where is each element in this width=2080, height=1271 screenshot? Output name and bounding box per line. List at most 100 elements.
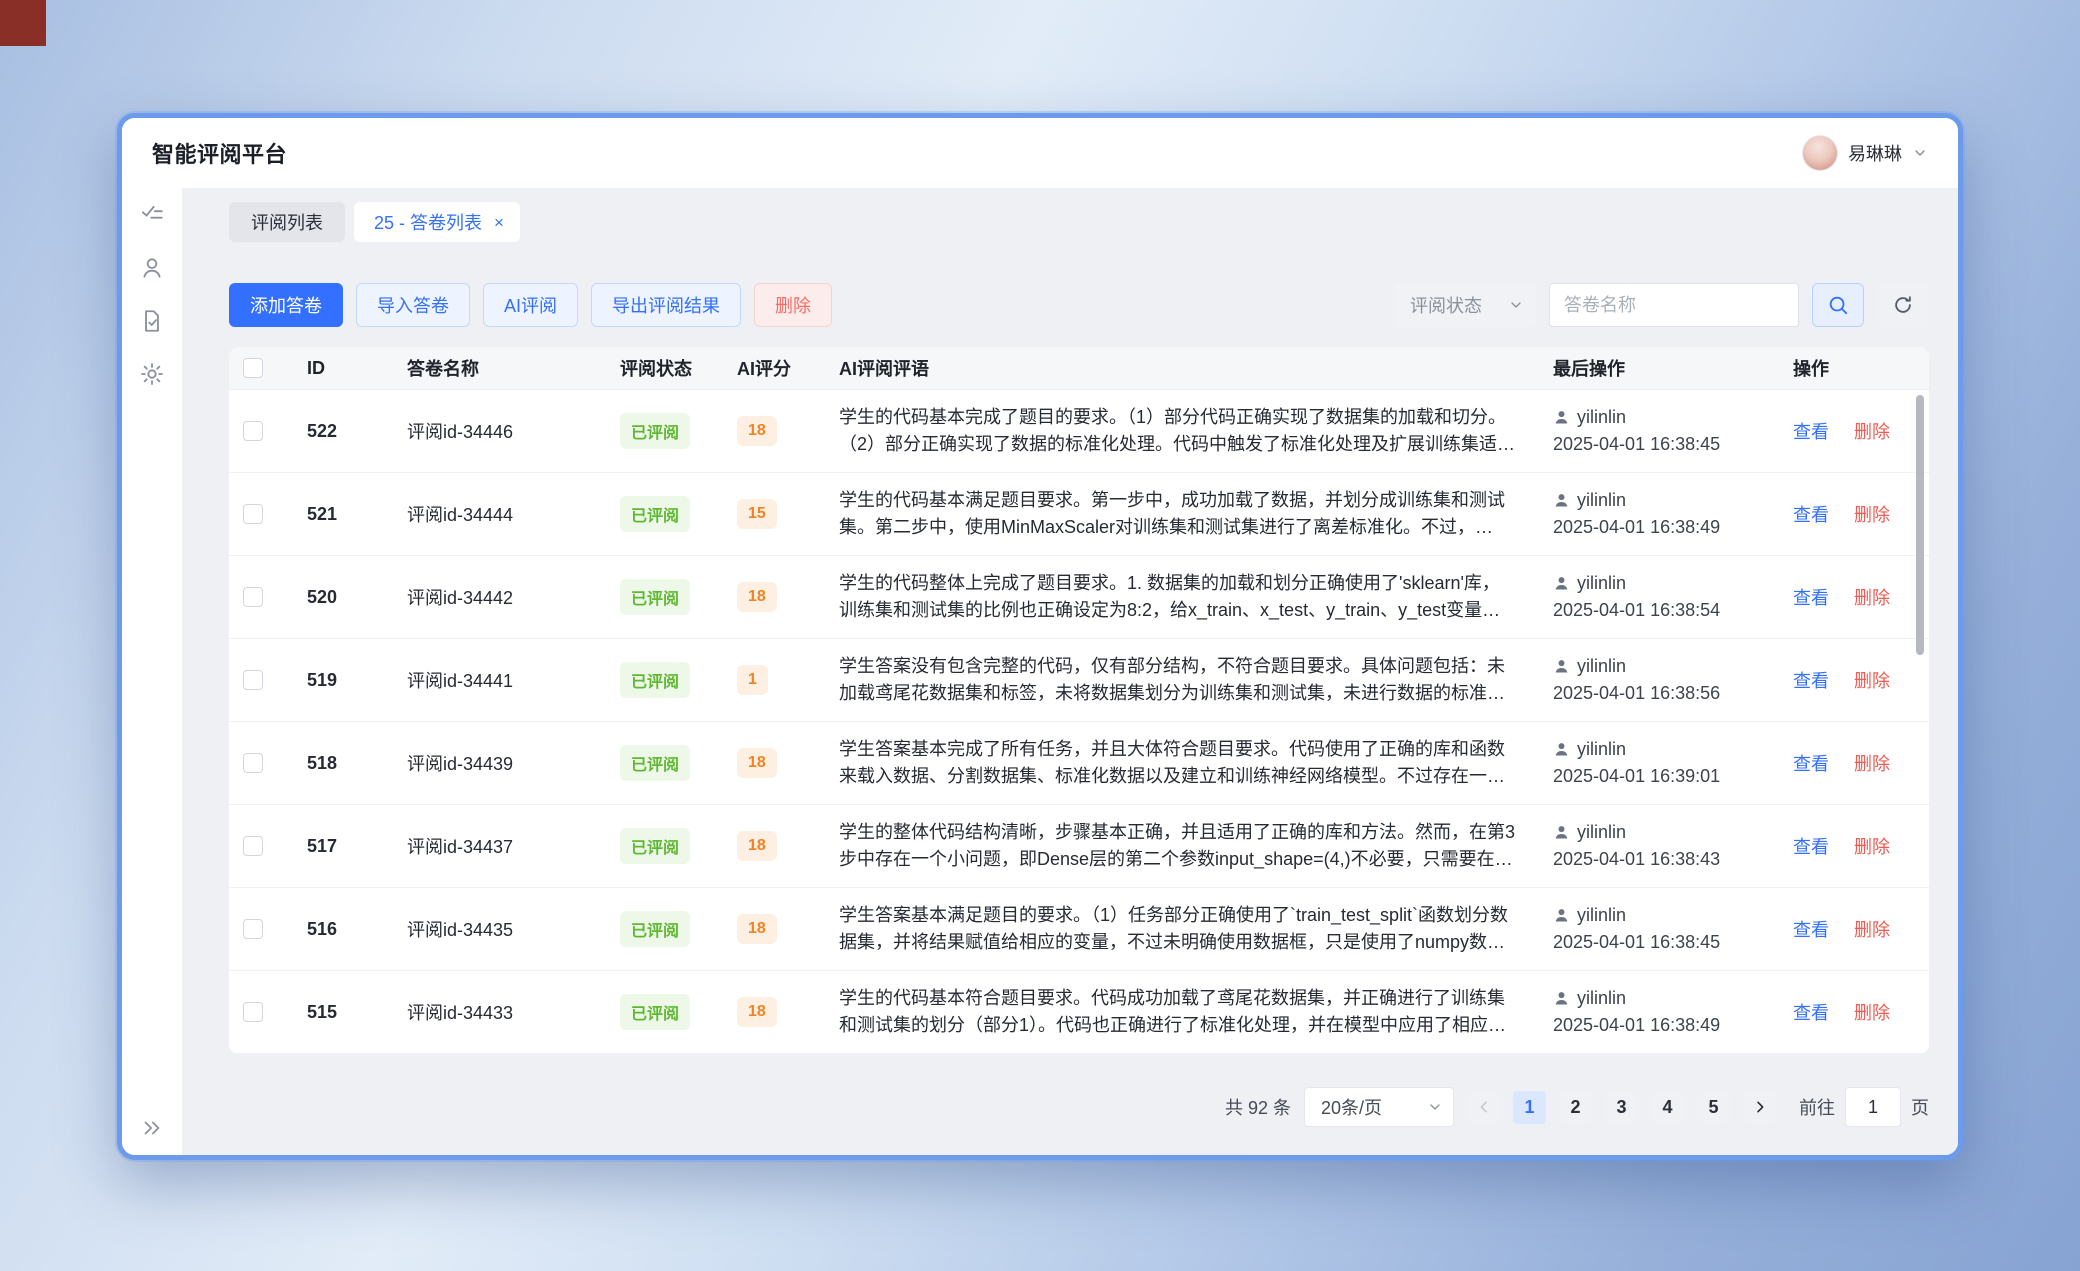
delete-link[interactable]: 删除 — [1854, 422, 1890, 442]
user-icon[interactable] — [139, 255, 165, 281]
review-checklist-icon[interactable] — [139, 202, 165, 228]
expand-icon[interactable] — [141, 1117, 163, 1139]
settings-icon[interactable] — [139, 361, 165, 387]
col-header-actions: 操作 — [1785, 355, 1929, 381]
view-link[interactable]: 查看 — [1793, 754, 1829, 774]
cell-last-operation: yilinlin 2025-04-01 16:38:49 — [1543, 487, 1785, 541]
page-size-select[interactable]: 20条/页 — [1304, 1087, 1454, 1127]
cell-name: 评阅id-34435 — [387, 916, 612, 942]
import-answer-button[interactable]: 导入答卷 — [356, 283, 470, 327]
row-checkbox[interactable] — [243, 919, 263, 939]
chevron-down-icon — [1508, 297, 1524, 313]
add-answer-button[interactable]: 添加答卷 — [229, 283, 343, 327]
table-scrollbar[interactable] — [1916, 395, 1924, 655]
goto-page-input[interactable] — [1845, 1087, 1901, 1127]
cell-comment: 学生的整体代码结构清晰，步骤基本正确，并且适用了正确的库和方法。然而，在第3步中… — [839, 819, 1517, 873]
table-row: 518 评阅id-34439 已评阅 18 学生答案基本完成了所有任务，并且大体… — [229, 722, 1929, 805]
operation-time: 2025-04-01 16:38:45 — [1553, 929, 1785, 956]
view-link[interactable]: 查看 — [1793, 671, 1829, 691]
page-button[interactable]: 4 — [1651, 1091, 1684, 1124]
cell-id: 515 — [277, 1002, 387, 1023]
score-badge: 18 — [737, 416, 777, 446]
cell-comment: 学生的代码基本符合题目要求。代码成功加载了鸢尾花数据集，并正确进行了训练集和测试… — [839, 985, 1517, 1039]
delete-link[interactable]: 删除 — [1854, 754, 1890, 774]
person-icon — [1553, 907, 1570, 924]
person-icon — [1553, 741, 1570, 758]
refresh-button[interactable] — [1877, 283, 1929, 327]
app-window: 智能评阅平台 易琳琳 评阅列表 25 - 答卷列表 × — [117, 113, 1963, 1160]
total-count: 共 92 条 — [1225, 1094, 1291, 1120]
user-menu[interactable]: 易琳琳 — [1802, 135, 1928, 171]
delete-button[interactable]: 删除 — [754, 283, 832, 327]
select-all-checkbox[interactable] — [243, 358, 263, 378]
page-button[interactable]: 2 — [1559, 1091, 1592, 1124]
refresh-icon — [1892, 294, 1914, 316]
row-checkbox[interactable] — [243, 836, 263, 856]
row-checkbox[interactable] — [243, 670, 263, 690]
review-status-select[interactable]: 评阅状态 — [1396, 283, 1536, 327]
chevron-down-icon — [1912, 145, 1928, 161]
toolbar: 添加答卷 导入答卷 AI评阅 导出评阅结果 删除 评阅状态 — [229, 283, 1929, 327]
cell-last-operation: yilinlin 2025-04-01 16:38:49 — [1543, 985, 1785, 1039]
view-link[interactable]: 查看 — [1793, 920, 1829, 940]
avatar[interactable] — [1802, 135, 1838, 171]
next-page-button[interactable] — [1743, 1091, 1776, 1124]
page-size-value: 20条/页 — [1321, 1094, 1382, 1120]
goto-label: 前往 — [1799, 1094, 1835, 1120]
operation-time: 2025-04-01 16:38:54 — [1553, 597, 1785, 624]
view-link[interactable]: 查看 — [1793, 1003, 1829, 1023]
status-badge: 已评阅 — [620, 496, 690, 532]
delete-link[interactable]: 删除 — [1854, 671, 1890, 691]
cell-comment: 学生的代码基本完成了题目的要求。（1）部分代码正确实现了数据集的加载和切分。（2… — [839, 404, 1517, 458]
table-row: 522 评阅id-34446 已评阅 18 学生的代码基本完成了题目的要求。（1… — [229, 390, 1929, 473]
prev-page-button[interactable] — [1467, 1091, 1500, 1124]
delete-link[interactable]: 删除 — [1854, 920, 1890, 940]
pagination: 共 92 条 20条/页 12345 前往 页 — [229, 1087, 1929, 1127]
page-buttons: 12345 — [1513, 1091, 1730, 1124]
tab-answer-sheet-list[interactable]: 25 - 答卷列表 × — [354, 202, 520, 242]
page-button[interactable]: 5 — [1697, 1091, 1730, 1124]
operation-time: 2025-04-01 16:38:49 — [1553, 514, 1785, 541]
search-button[interactable] — [1812, 283, 1864, 327]
page-button[interactable]: 3 — [1605, 1091, 1638, 1124]
delete-link[interactable]: 删除 — [1854, 505, 1890, 525]
cell-id: 516 — [277, 919, 387, 940]
view-link[interactable]: 查看 — [1793, 588, 1829, 608]
row-checkbox[interactable] — [243, 587, 263, 607]
score-badge: 18 — [737, 582, 777, 612]
chevron-down-icon — [1427, 1099, 1443, 1115]
row-checkbox[interactable] — [243, 1002, 263, 1022]
select-placeholder: 评阅状态 — [1410, 292, 1482, 318]
delete-link[interactable]: 删除 — [1854, 837, 1890, 857]
row-checkbox[interactable] — [243, 753, 263, 773]
answer-name-input[interactable] — [1549, 283, 1799, 327]
search-icon — [1827, 294, 1849, 316]
cell-name: 评阅id-34444 — [387, 501, 612, 527]
operator-name: yilinlin — [1577, 487, 1626, 514]
export-results-button[interactable]: 导出评阅结果 — [591, 283, 741, 327]
page-button[interactable]: 1 — [1513, 1091, 1546, 1124]
delete-link[interactable]: 删除 — [1854, 1003, 1890, 1023]
status-badge: 已评阅 — [620, 662, 690, 698]
score-badge: 18 — [737, 831, 777, 861]
ai-review-button[interactable]: AI评阅 — [483, 283, 578, 327]
operation-time: 2025-04-01 16:38:43 — [1553, 846, 1785, 873]
operator-name: yilinlin — [1577, 902, 1626, 929]
cell-comment: 学生答案基本完成了所有任务，并且大体符合题目要求。代码使用了正确的库和函数来载入… — [839, 736, 1517, 790]
row-checkbox[interactable] — [243, 504, 263, 524]
row-checkbox[interactable] — [243, 421, 263, 441]
table-row: 521 评阅id-34444 已评阅 15 学生的代码基本满足题目要求。第一步中… — [229, 473, 1929, 556]
cell-name: 评阅id-34433 — [387, 999, 612, 1025]
document-check-icon[interactable] — [139, 308, 165, 334]
tab-label: 评阅列表 — [251, 209, 323, 235]
cell-id: 520 — [277, 587, 387, 608]
close-icon[interactable]: × — [494, 214, 504, 231]
operation-time: 2025-04-01 16:38:45 — [1553, 431, 1785, 458]
view-link[interactable]: 查看 — [1793, 422, 1829, 442]
delete-link[interactable]: 删除 — [1854, 588, 1890, 608]
col-header-lastop: 最后操作 — [1543, 355, 1785, 381]
tab-review-list[interactable]: 评阅列表 — [229, 202, 345, 242]
view-link[interactable]: 查看 — [1793, 505, 1829, 525]
cell-id: 518 — [277, 753, 387, 774]
view-link[interactable]: 查看 — [1793, 837, 1829, 857]
